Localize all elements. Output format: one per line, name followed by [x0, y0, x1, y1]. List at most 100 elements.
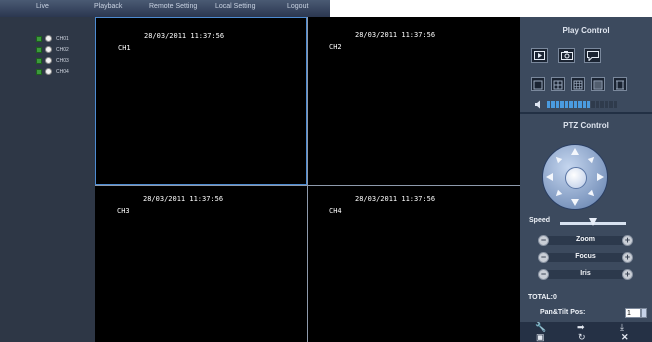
ptz-control-title: PTZ Control [563, 121, 609, 130]
osd-channel: CH4 [329, 207, 342, 215]
volume-segment [613, 101, 617, 108]
volume-segment [551, 101, 555, 108]
ptz-home-button[interactable] [565, 167, 587, 189]
ptz-up-right-arrow[interactable] [587, 154, 597, 164]
zoom-control: − Zoom + [538, 235, 633, 246]
volume-segment [564, 101, 569, 108]
record-checkbox[interactable] [36, 46, 42, 53]
split-4-button[interactable] [551, 77, 565, 91]
ptz-up-arrow[interactable] [571, 148, 579, 155]
section-separator [520, 112, 652, 114]
ptz-direction-pad[interactable] [542, 144, 608, 210]
wrench-icon[interactable]: 🔧 [535, 323, 546, 332]
volume-segment [578, 101, 582, 108]
speaker-icon[interactable] [534, 100, 544, 109]
iris-control: − Iris + [538, 269, 633, 280]
control-panel: Play Control PTZ Control Speed − Zoom + … [520, 17, 652, 342]
top-nav: Live Playback Remote Setting Local Setti… [0, 0, 330, 18]
osd-timestamp: 28/03/2011 11:37:56 [144, 32, 225, 40]
volume-segment [595, 101, 600, 108]
split-1-icon [533, 80, 543, 90]
split-16-button[interactable] [591, 77, 605, 91]
grid-divider-horizontal [95, 185, 520, 186]
talk-icon [586, 50, 599, 61]
channel-radio[interactable] [45, 35, 52, 42]
play-control-title: Play Control [562, 26, 610, 35]
iris-minus-button[interactable]: − [538, 269, 549, 280]
pan-tilt-pos-label: Pan&Tilt Pos: [540, 309, 586, 316]
volume-segment [609, 101, 613, 108]
video-cell-ch2[interactable]: 28/03/2011 11:37:56 CH2 [308, 17, 520, 185]
nav-local-setting[interactable]: Local Setting [215, 3, 255, 10]
channel-item-ch03[interactable]: CH03 [36, 56, 69, 65]
ptz-down-arrow[interactable] [571, 199, 579, 206]
nav-live[interactable]: Live [36, 3, 49, 10]
osd-channel: CH3 [117, 207, 130, 215]
volume-segment [600, 101, 604, 108]
snapshot-button[interactable] [558, 48, 575, 63]
channel-item-ch02[interactable]: CH02 [36, 45, 69, 54]
volume-segment [560, 101, 564, 108]
ptz-up-left-arrow[interactable] [553, 154, 563, 164]
channel-label: CH02 [56, 46, 69, 53]
close-icon[interactable]: ✕ [621, 333, 629, 342]
video-cell-ch1[interactable]: 28/03/2011 11:37:56 CH1 [95, 17, 307, 185]
speed-slider-thumb[interactable] [589, 218, 597, 226]
channel-item-ch01[interactable]: CH01 [36, 34, 69, 43]
channel-label: CH03 [56, 57, 69, 64]
zoom-in-button[interactable]: + [622, 235, 633, 246]
channel-item-ch04[interactable]: CH04 [36, 67, 69, 76]
ptz-left-arrow[interactable] [546, 173, 553, 181]
iris-label: Iris [580, 270, 591, 277]
zoom-out-button[interactable]: − [538, 235, 549, 246]
ptz-action-bar: 🔧 ➡ ⤓ ▣ ↻ ✕ [520, 322, 652, 342]
osd-timestamp: 28/03/2011 11:37:56 [355, 31, 436, 39]
record-checkbox[interactable] [36, 35, 42, 42]
volume-segment [547, 101, 551, 108]
zoom-label: Zoom [575, 236, 596, 243]
pan-tilt-pos-input[interactable]: 1 [625, 308, 641, 318]
channel-label: CH01 [56, 35, 69, 42]
channel-radio[interactable] [45, 57, 52, 64]
record-checkbox[interactable] [36, 57, 42, 64]
nav-logout[interactable]: Logout [287, 3, 308, 10]
volume-segment [591, 101, 595, 108]
video-cell-ch4[interactable]: 28/03/2011 11:37:56 CH4 [308, 186, 520, 342]
ptz-right-arrow[interactable] [597, 173, 604, 181]
loop-icon[interactable]: ↻ [578, 333, 586, 342]
split-1-button[interactable] [531, 77, 545, 91]
download-icon[interactable]: ⤓ [620, 323, 624, 332]
record-checkbox[interactable] [36, 68, 42, 75]
split-9-icon [573, 80, 583, 90]
play-button[interactable] [531, 48, 548, 63]
focus-minus-button[interactable]: − [538, 252, 549, 263]
split-9-button[interactable] [571, 77, 585, 91]
volume-segment [555, 101, 560, 108]
nav-playback[interactable]: Playback [94, 3, 122, 10]
focus-control: − Focus + [538, 252, 633, 263]
focus-plus-button[interactable]: + [622, 252, 633, 263]
volume-slider[interactable] [547, 101, 617, 108]
preset-total-label: TOTAL:0 [528, 294, 557, 301]
talk-button[interactable] [584, 48, 601, 63]
ptz-down-right-arrow[interactable] [587, 189, 597, 199]
channel-radio[interactable] [45, 68, 52, 75]
volume-segment [604, 101, 609, 108]
video-grid: 28/03/2011 11:37:56 CH1 28/03/2011 11:37… [95, 17, 520, 342]
volume-segment [569, 101, 573, 108]
arrow-right-icon[interactable]: ➡ [577, 323, 585, 332]
volume-segment [573, 101, 578, 108]
iris-plus-button[interactable]: + [622, 269, 633, 280]
fullscreen-icon [616, 80, 624, 90]
ptz-down-left-arrow[interactable] [553, 189, 563, 199]
snapshot-icon [560, 51, 573, 60]
osd-timestamp: 28/03/2011 11:37:56 [143, 195, 224, 203]
focus-label: Focus [575, 253, 596, 260]
save-icon[interactable]: ▣ [536, 333, 545, 342]
channel-radio[interactable] [45, 46, 52, 53]
video-cell-ch3[interactable]: 28/03/2011 11:37:56 CH3 [95, 186, 307, 342]
nav-remote-setting[interactable]: Remote Setting [149, 3, 197, 10]
fullscreen-button[interactable] [613, 77, 627, 91]
channel-list: CH01 CH02 CH03 CH04 [0, 17, 95, 342]
pan-tilt-pos-spinner[interactable] [641, 308, 647, 318]
